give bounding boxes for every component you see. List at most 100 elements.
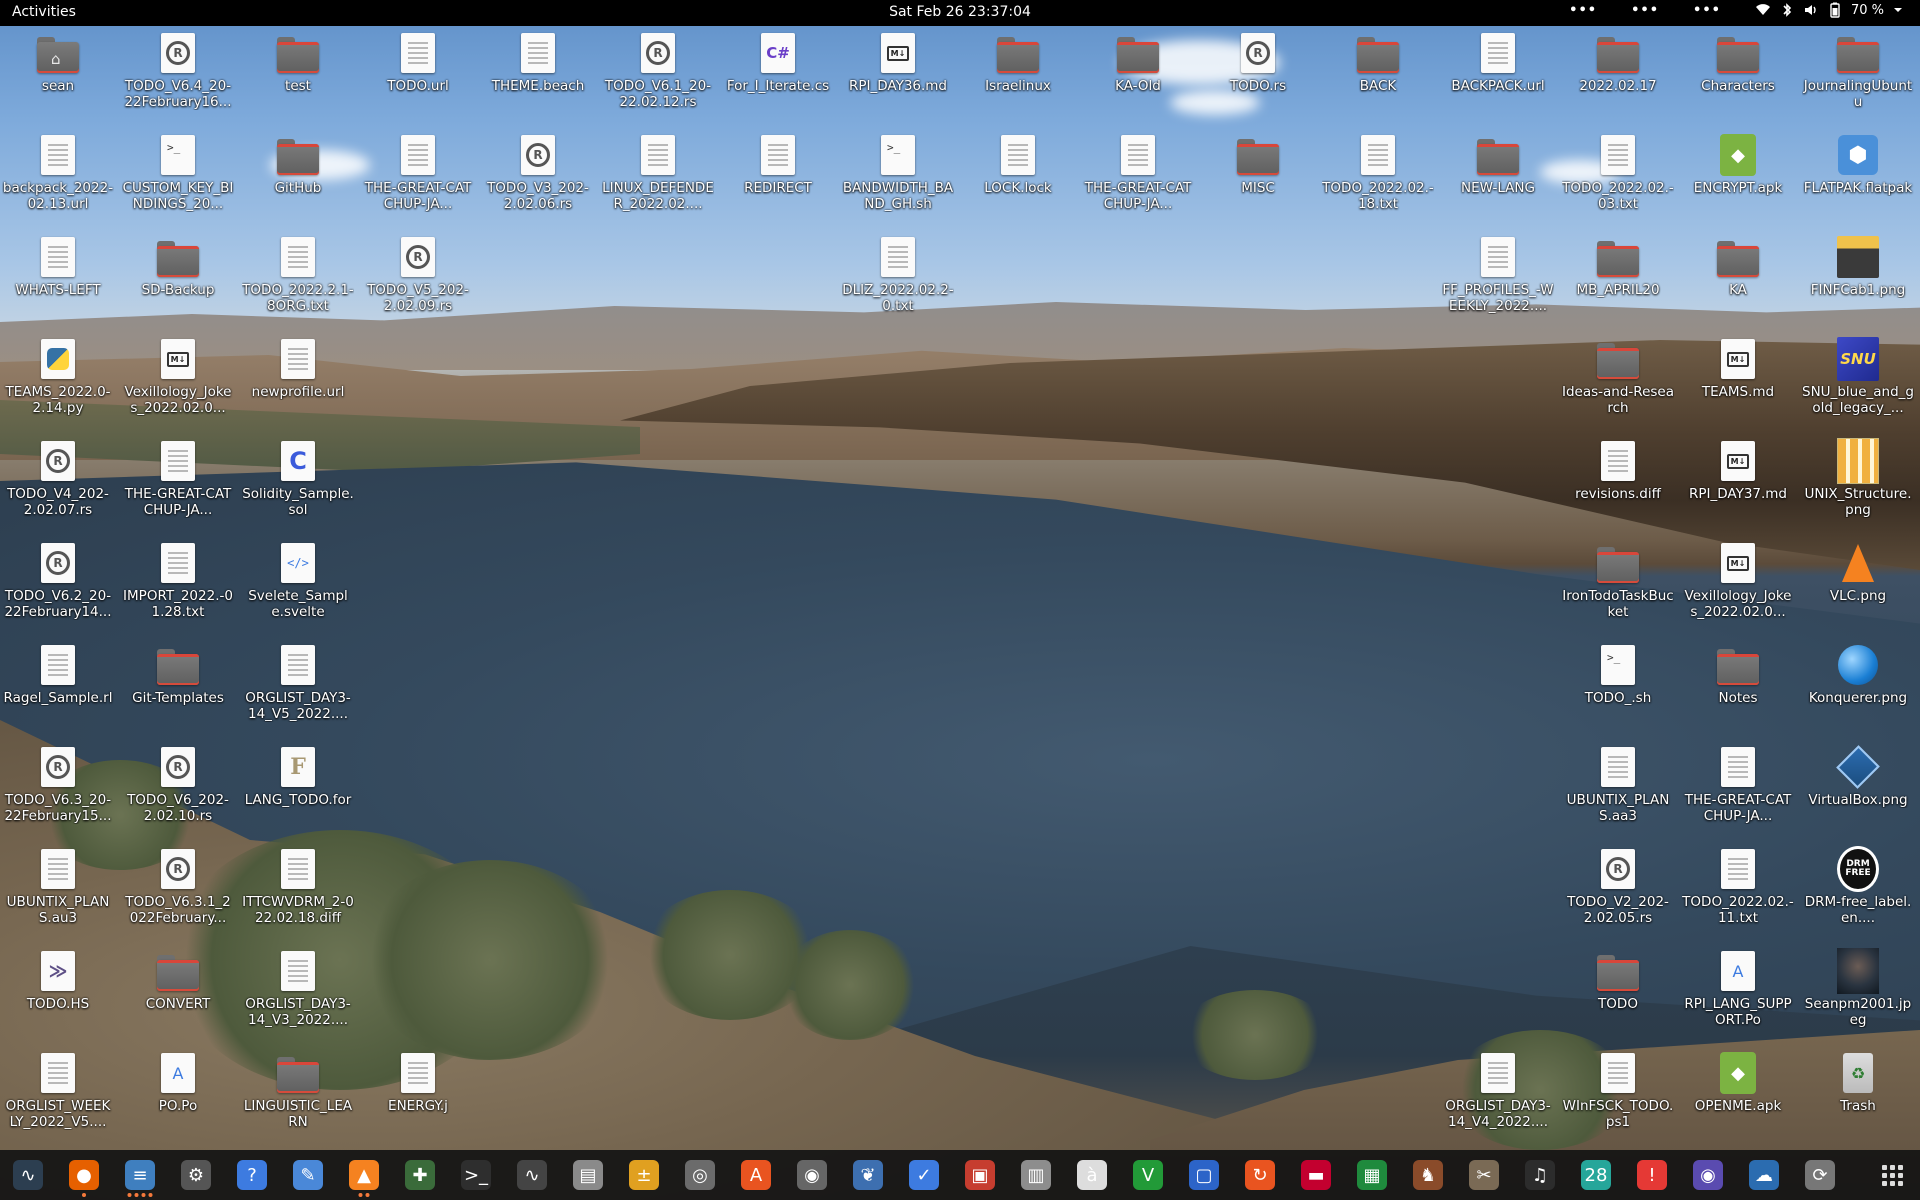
dock-item[interactable]: ∿: [0, 1150, 56, 1200]
dock-item[interactable]: 28: [1568, 1150, 1624, 1200]
desktop-icon[interactable]: IronTodoTaskBucket: [1562, 542, 1674, 620]
desktop-icon[interactable]: ORGLIST_DAY3-14_V5_2022....: [242, 644, 354, 722]
desktop-icon[interactable]: Git-Templates: [122, 644, 234, 706]
desktop-icon[interactable]: KA: [1682, 236, 1794, 298]
desktop-icon[interactable]: newprofile.url: [242, 338, 354, 400]
dock-item[interactable]: ◎: [672, 1150, 728, 1200]
dock-item[interactable]: ▦: [1344, 1150, 1400, 1200]
desktop-icon[interactable]: M↓ TEAMS.md: [1682, 338, 1794, 400]
desktop-icon[interactable]: THE-GREAT-CATCHUP-JA...: [1082, 134, 1194, 212]
desktop-icon[interactable]: FF_PROFILES_-WEEKLY_2022....: [1442, 236, 1554, 314]
desktop-icon[interactable]: R TODO_V6.4_20-22February16...: [122, 32, 234, 110]
desktop-icon[interactable]: FINFCab1.png: [1802, 236, 1914, 298]
desktop-icon[interactable]: UBUNTIX_PLANS.au3: [2, 848, 114, 926]
dock-item[interactable]: >_: [448, 1150, 504, 1200]
desktop-icon[interactable]: DLIZ_2022.02.2-0.txt: [842, 236, 954, 314]
desktop-icon[interactable]: ◆ ENCRYPT.apk: [1682, 134, 1794, 196]
desktop-icon[interactable]: A RPI_LANG_SUPPORT.Po: [1682, 950, 1794, 1028]
volume-icon[interactable]: [1803, 2, 1819, 18]
desktop-icon[interactable]: TODO.url: [362, 32, 474, 94]
dock-item[interactable]: ✎: [280, 1150, 336, 1200]
desktop-icon[interactable]: ITTCWVDRM_2-022.02.18.diff: [242, 848, 354, 926]
desktop-icon[interactable]: UNIX_Structure.png: [1802, 438, 1914, 518]
desktop-icon[interactable]: M↓ RPI_DAY36.md: [842, 32, 954, 94]
desktop-icon[interactable]: LOCK.lock: [962, 134, 1074, 196]
desktop-icon[interactable]: ⌂ sean: [2, 32, 114, 94]
desktop-icon[interactable]: SD-Backup: [122, 236, 234, 298]
desktop-icon[interactable]: KA-Old: [1082, 32, 1194, 94]
desktop-icon[interactable]: THE-GREAT-CATCHUP-JA...: [122, 440, 234, 518]
desktop-icon[interactable]: R TODO_V6_202-2.02.10.rs: [122, 746, 234, 824]
desktop-icon[interactable]: NEW-LANG: [1442, 134, 1554, 196]
dock-item[interactable]: ↻: [1232, 1150, 1288, 1200]
desktop-icon[interactable]: TODO_2022.02.-11.txt: [1682, 848, 1794, 926]
desktop-icon[interactable]: R TODO_V2_202-2.02.05.rs: [1562, 848, 1674, 926]
dock-item[interactable]: à: [1064, 1150, 1120, 1200]
desktop-icon[interactable]: ORGLIST_WEEKLY_2022_V5....: [2, 1052, 114, 1130]
desktop-icon[interactable]: R TODO_V3_202-2.02.06.rs: [482, 134, 594, 212]
desktop-icon[interactable]: ORGLIST_DAY3-14_V3_2022....: [242, 950, 354, 1028]
desktop-icon[interactable]: Seanpm2001.jpeg: [1802, 948, 1914, 1028]
desktop-icon[interactable]: DRM FREE DRM-free_label.en....: [1802, 846, 1914, 926]
desktop-icon[interactable]: Ideas-and-Research: [1562, 338, 1674, 416]
desktop-icon[interactable]: ⬢ FLATPAK.flatpak: [1802, 134, 1914, 196]
desktop-icon[interactable]: MISC: [1202, 134, 1314, 196]
desktop-icon[interactable]: WInFSCK_TODO.ps1: [1562, 1052, 1674, 1130]
show-apps-button[interactable]: [1864, 1150, 1920, 1200]
desktop-icon[interactable]: F LANG_TODO.for: [242, 746, 354, 808]
desktop-icon[interactable]: CONVERT: [122, 950, 234, 1012]
desktop-icon[interactable]: LINGUISTIC_LEARN: [242, 1052, 354, 1130]
dock-item[interactable]: !: [1624, 1150, 1680, 1200]
desktop-icon[interactable]: R TODO_V6.1_20-22.02.12.rs: [602, 32, 714, 110]
desktop-icon[interactable]: ♻ Trash: [1802, 1052, 1914, 1114]
desktop-icon[interactable]: ORGLIST_DAY3-14_V4_2022....: [1442, 1052, 1554, 1130]
dock-item[interactable]: ▢: [1176, 1150, 1232, 1200]
desktop-icon[interactable]: ◆ OPENME.apk: [1682, 1052, 1794, 1114]
indicator-dots-2[interactable]: •••: [1631, 3, 1659, 18]
dock-item[interactable]: ≡: [112, 1150, 168, 1200]
dock-item[interactable]: ✂: [1456, 1150, 1512, 1200]
desktop-icon[interactable]: R TODO_V4_202-2.02.07.rs: [2, 440, 114, 518]
desktop-icon[interactable]: C Solidity_Sample.sol: [242, 440, 354, 518]
desktop-icon[interactable]: THE-GREAT-CATCHUP-JA...: [362, 134, 474, 212]
desktop-icon[interactable]: M↓ RPI_DAY37.md: [1682, 440, 1794, 502]
desktop-icon[interactable]: Characters: [1682, 32, 1794, 94]
desktop-icon[interactable]: WHATS-LEFT: [2, 236, 114, 298]
desktop-icon[interactable]: R TODO_V6.3.1_2022February...: [122, 848, 234, 926]
desktop-icon[interactable]: Notes: [1682, 644, 1794, 706]
desktop-icon[interactable]: R TODO_V6.2_20-22February14...: [2, 542, 114, 620]
desktop-icon[interactable]: VLC.png: [1802, 542, 1914, 604]
desktop-icon[interactable]: ≫ TODO.HS: [2, 950, 114, 1012]
system-tray[interactable]: ••• ••• ••• 70 %: [1569, 2, 1908, 18]
dock-item[interactable]: ±: [616, 1150, 672, 1200]
dock-item[interactable]: ◉: [784, 1150, 840, 1200]
desktop-icon[interactable]: </> Svelete_Sample.svelte: [242, 542, 354, 620]
dock-item[interactable]: ▲: [336, 1150, 392, 1200]
desktop-icon[interactable]: R TODO.rs: [1202, 32, 1314, 94]
desktop-icon[interactable]: Ragel_Sample.rl: [2, 644, 114, 706]
desktop-icon[interactable]: SNU SNU_blue_and_gold_legacy_...: [1802, 337, 1914, 416]
desktop-icon[interactable]: REDIRECT: [722, 134, 834, 196]
desktop-icon[interactable]: LINUX_DEFENDER_2022.02....: [602, 134, 714, 212]
desktop-icon[interactable]: THE-GREAT-CATCHUP-JA...: [1682, 746, 1794, 824]
desktop-icon[interactable]: backpack_2022-02.13.url: [2, 134, 114, 212]
desktop-icon[interactable]: M↓ Vexillology_Jokes_2022.02.0...: [122, 338, 234, 416]
desktop-icon[interactable]: TODO_2022.02.-18.txt: [1322, 134, 1434, 212]
desktop-icon[interactable]: A PO.Po: [122, 1052, 234, 1114]
desktop-icon[interactable]: 2022.02.17: [1562, 32, 1674, 94]
desktop-icon[interactable]: UBUNTIX_PLANS.aa3: [1562, 746, 1674, 824]
dock-item[interactable]: ∿: [504, 1150, 560, 1200]
dock-item[interactable]: ▬: [1288, 1150, 1344, 1200]
dock-item[interactable]: ♞: [1400, 1150, 1456, 1200]
desktop-icon[interactable]: VirtualBox.png: [1802, 745, 1914, 808]
battery-icon[interactable]: [1827, 2, 1843, 18]
chevron-down-icon[interactable]: [1892, 2, 1908, 18]
desktop-icon[interactable]: THEME.beach: [482, 32, 594, 94]
dock-item[interactable]: ♫: [1512, 1150, 1568, 1200]
dock-item[interactable]: ❦: [840, 1150, 896, 1200]
bluetooth-icon[interactable]: [1779, 2, 1795, 18]
desktop-icon[interactable]: IMPORT_2022.-01.28.txt: [122, 542, 234, 620]
desktop-icon[interactable]: Israelinux: [962, 32, 1074, 94]
dock-item[interactable]: ◉: [1680, 1150, 1736, 1200]
dock-item[interactable]: ?: [224, 1150, 280, 1200]
